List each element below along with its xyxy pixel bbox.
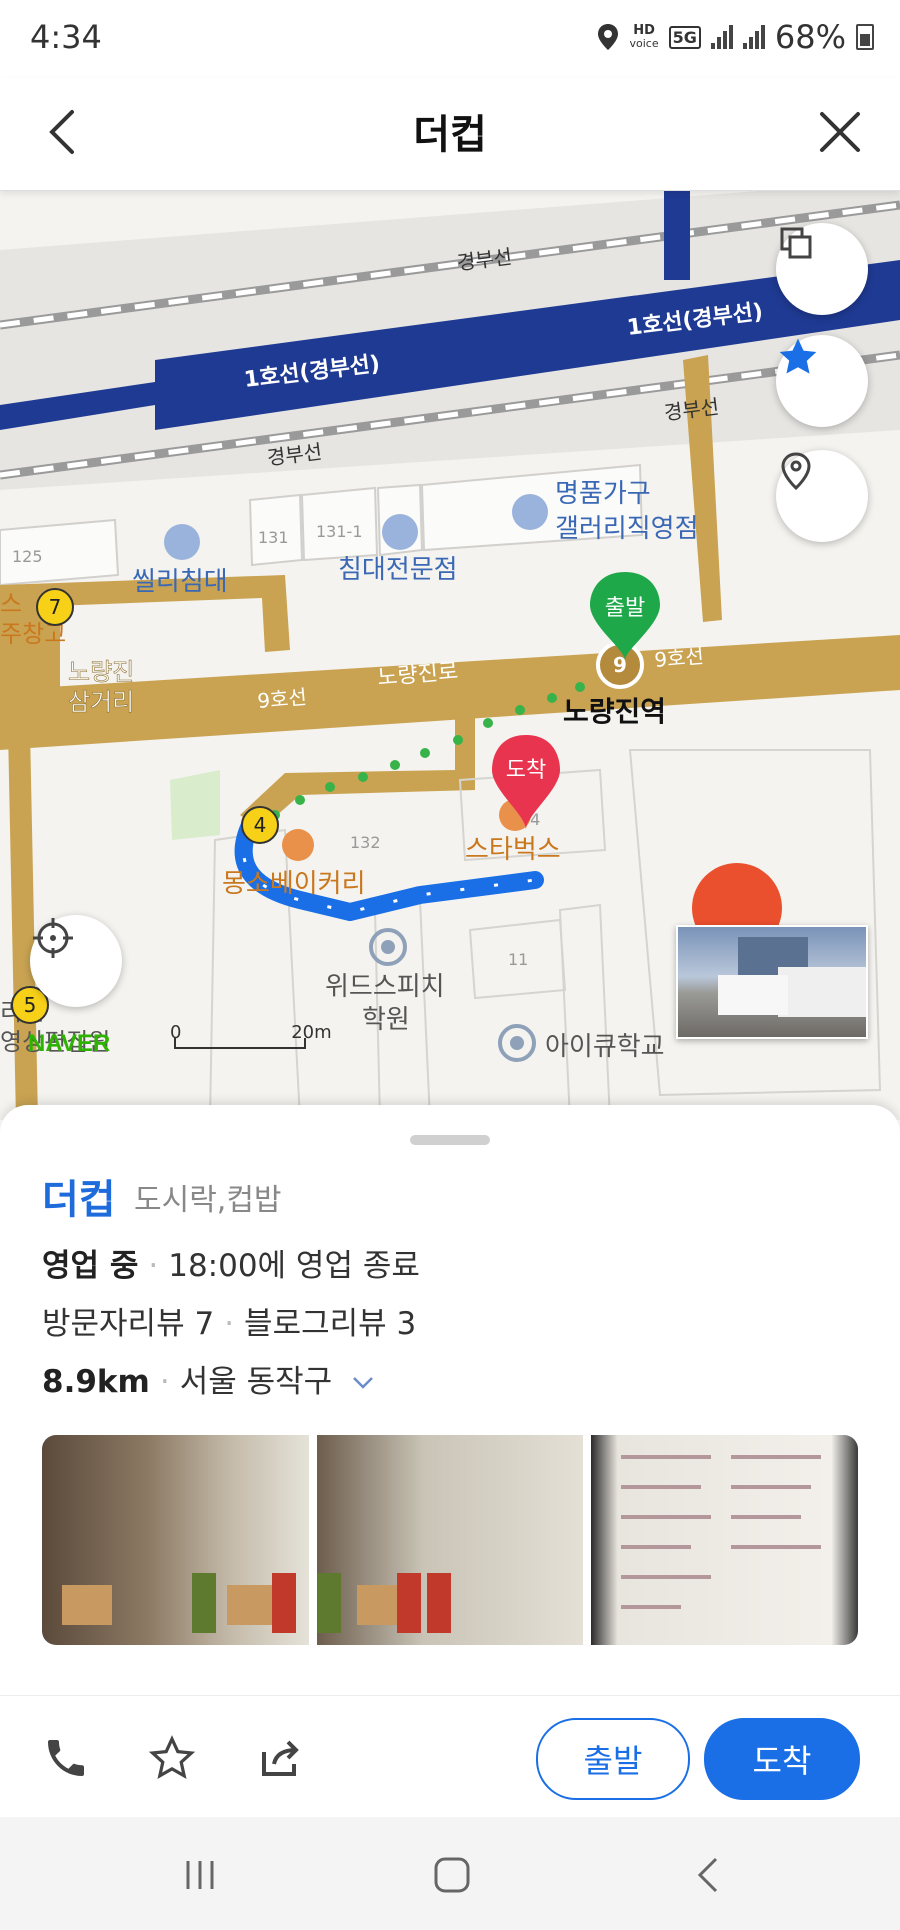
bus-stop-number: 7 bbox=[49, 595, 62, 619]
star-icon bbox=[779, 338, 817, 374]
home-icon[interactable] bbox=[430, 1853, 474, 1897]
system-nav-bar bbox=[0, 1817, 900, 1930]
place-photo[interactable] bbox=[42, 1435, 309, 1645]
distance: 8.9km bbox=[42, 1364, 150, 1400]
place-photo[interactable] bbox=[316, 1435, 584, 1645]
map-label-starbucks: 스타벅스 bbox=[465, 835, 561, 865]
street-view-thumbnail[interactable] bbox=[676, 925, 868, 1039]
photo-strip bbox=[42, 1435, 859, 1645]
destination-button[interactable]: 도착 bbox=[704, 1718, 860, 1800]
svg-text:도착: 도착 bbox=[506, 758, 546, 783]
map-label-intersection-2: 삼거리 bbox=[68, 688, 134, 716]
map-label-bed: 침대전문점 bbox=[338, 555, 458, 585]
crosshair-icon bbox=[33, 918, 73, 958]
building-number: 131-1 bbox=[316, 522, 363, 541]
map-label-academy-2: 학원 bbox=[362, 1005, 410, 1035]
distance-row[interactable]: 8.9km · 서울 동작구 bbox=[42, 1356, 376, 1401]
business-hours-row: 영업 중 · 18:00에 영업 종료 bbox=[42, 1248, 420, 1284]
action-bar: 출발 도착 bbox=[0, 1695, 900, 1818]
page-title: 더컵 bbox=[413, 112, 487, 158]
start-marker: 출발 bbox=[590, 572, 660, 660]
my-location-button[interactable] bbox=[30, 915, 122, 1007]
map-view[interactable]: 경부선 1호선(경부선) 1호선(경부선) 경부선 경부선 125 131 13… bbox=[0, 190, 900, 1120]
map-layers-button[interactable] bbox=[776, 223, 868, 315]
naver-logo: NAVER bbox=[28, 1030, 111, 1057]
star-outline-icon[interactable] bbox=[148, 1734, 196, 1782]
map-label-furniture: 명품가구 bbox=[555, 479, 651, 509]
bus-stop-number: 5 bbox=[24, 993, 37, 1017]
map-scale: 0 20m bbox=[170, 1022, 332, 1043]
hd-voice-icon: HD voice bbox=[629, 23, 659, 50]
close-icon[interactable] bbox=[810, 102, 870, 162]
map-label-sealy: 씰리침대 bbox=[132, 567, 228, 597]
scale-distance: 20m bbox=[291, 1022, 332, 1043]
sheet-handle[interactable] bbox=[410, 1135, 490, 1145]
system-back-icon[interactable] bbox=[690, 1855, 730, 1895]
place-category: 도시락,컵밥 bbox=[134, 1183, 282, 1218]
map-label-line9-b: 9호선 bbox=[653, 644, 704, 672]
map-label-school: 아이큐학교 bbox=[545, 1032, 665, 1062]
reviews-row[interactable]: 방문자리뷰 7 · 블로그리뷰 3 bbox=[42, 1298, 416, 1343]
chevron-down-icon bbox=[353, 1377, 373, 1389]
network-5g-icon: 5G bbox=[668, 25, 701, 49]
map-pin-icon bbox=[781, 452, 811, 491]
recent-apps-icon[interactable] bbox=[180, 1855, 220, 1895]
top-bar: 더컵 bbox=[0, 78, 900, 191]
location-icon bbox=[598, 24, 619, 50]
map-label-station: 노량진역 bbox=[563, 695, 666, 728]
map-label-left: 스 bbox=[0, 590, 22, 618]
battery-percent: 68% bbox=[774, 18, 846, 56]
map-label-academy: 위드스피치 bbox=[325, 972, 445, 1002]
signal-icon bbox=[710, 25, 733, 49]
scale-zero: 0 bbox=[170, 1022, 182, 1043]
map-label-furniture-2: 갤러리직영점 bbox=[555, 514, 699, 544]
menu-photo[interactable] bbox=[591, 1435, 859, 1645]
closing-time: 18:00에 영업 종료 bbox=[168, 1248, 420, 1284]
map-label-intersection: 노량진 bbox=[68, 658, 134, 686]
phone-icon[interactable] bbox=[42, 1734, 90, 1782]
region: 서울 동작구 bbox=[179, 1364, 333, 1400]
map-label-line9: 9호선 bbox=[256, 685, 307, 713]
favorite-button[interactable] bbox=[776, 335, 868, 427]
place-pin-button[interactable] bbox=[776, 450, 868, 542]
building-number: 125 bbox=[12, 547, 43, 566]
signal-icon-2 bbox=[742, 25, 765, 49]
status-bar: 4:34 HD voice 5G 68% bbox=[0, 0, 900, 78]
start-button[interactable]: 출발 bbox=[536, 1718, 690, 1800]
bus-stop-number: 4 bbox=[254, 813, 267, 837]
status-time: 4:34 bbox=[30, 18, 102, 56]
svg-text:출발: 출발 bbox=[605, 596, 645, 621]
visitor-reviews: 방문자리뷰 7 bbox=[42, 1306, 215, 1342]
status-icons: HD voice 5G 68% bbox=[597, 18, 874, 56]
open-status: 영업 중 bbox=[42, 1248, 139, 1284]
layers-icon bbox=[780, 227, 812, 259]
share-icon[interactable] bbox=[256, 1734, 304, 1782]
building-number: 132 bbox=[350, 833, 381, 852]
building-number: 131 bbox=[258, 528, 289, 547]
place-info-sheet: 더컵 도시락,컵밥 영업 중 · 18:00에 영업 종료 방문자리뷰 7 · 블로그리… bbox=[0, 1105, 900, 1695]
map-label-bakery: 몽소베이커리 bbox=[222, 869, 366, 899]
blog-reviews: 블로그리뷰 3 bbox=[244, 1306, 417, 1342]
battery-icon bbox=[856, 24, 874, 50]
place-name: 더컵 bbox=[42, 1177, 116, 1223]
building-number: 11 bbox=[508, 950, 528, 969]
